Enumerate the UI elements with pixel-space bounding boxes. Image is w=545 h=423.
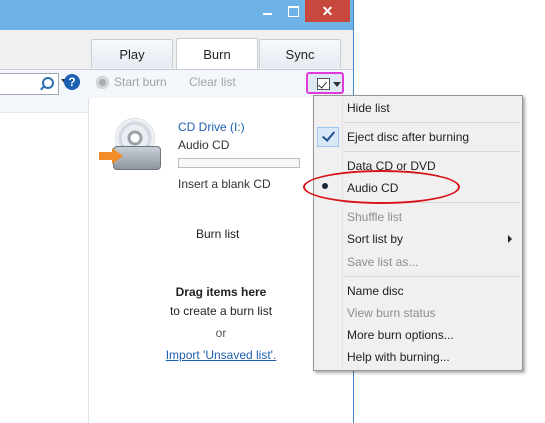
arrow-right-icon [99, 148, 123, 164]
audio-cd-callout-ellipse [303, 170, 460, 204]
insert-disc-hint: Insert a blank CD [178, 177, 271, 191]
wmp-window: ✕ Play Burn Sync ? Start burn Clear list [0, 0, 354, 423]
menu-item-eject-disc[interactable]: Eject disc after burning [314, 126, 522, 148]
menu-item-label: Eject disc after burning [347, 130, 470, 144]
menu-item-sort-list-by[interactable]: Sort list by [314, 228, 522, 250]
library-pane [0, 98, 89, 423]
maximize-icon [287, 5, 299, 17]
menu-item-label: Shuffle list [347, 210, 403, 224]
minimize-icon [262, 13, 272, 15]
chevron-right-icon [508, 235, 512, 243]
tab-play[interactable]: Play [91, 39, 173, 68]
tab-strip: Play Burn Sync [0, 30, 353, 69]
disc-type: Audio CD [178, 138, 230, 152]
menu-item-view-burn-status[interactable]: View burn status [314, 302, 522, 324]
checkmark-icon [317, 127, 339, 147]
menu-item-help-burning[interactable]: Help with burning... [314, 346, 522, 368]
help-icon[interactable]: ? [64, 74, 80, 90]
close-icon: ✕ [321, 2, 334, 19]
drive-name[interactable]: CD Drive (I:) [178, 120, 245, 134]
tab-sync[interactable]: Sync [259, 39, 341, 68]
library-header-row [0, 98, 88, 113]
menu-item-name-disc[interactable]: Name disc [314, 280, 522, 302]
minimize-button[interactable] [258, 0, 276, 22]
menu-item-hide-list[interactable]: Hide list [314, 97, 522, 119]
burn-options-icon [317, 78, 330, 90]
menu-item-shuffle-list[interactable]: Shuffle list [314, 206, 522, 228]
menu-item-label: Hide list [347, 101, 390, 115]
burn-options-menu: Hide list Eject disc after burning Data … [313, 95, 523, 371]
menu-separator [344, 276, 520, 277]
search-icon[interactable] [42, 77, 54, 89]
search-input[interactable] [0, 73, 59, 95]
close-button[interactable]: ✕ [305, 0, 350, 22]
tab-burn[interactable]: Burn [176, 38, 258, 69]
burn-list-title: Burn list [196, 227, 240, 241]
menu-item-label: Help with burning... [347, 350, 450, 364]
menu-item-save-list-as[interactable]: Save list as... [314, 251, 522, 273]
menu-separator [344, 151, 520, 152]
maximize-button[interactable] [281, 0, 305, 22]
clear-list-button[interactable]: Clear list [189, 75, 236, 89]
start-burn-button[interactable]: Start burn [96, 75, 167, 89]
menu-item-label: Save list as... [347, 255, 419, 269]
menu-item-label: Sort list by [347, 232, 404, 246]
capacity-bar [178, 158, 300, 168]
start-burn-label: Start burn [114, 75, 167, 89]
burn-toolbar: ? Start burn Clear list [0, 69, 353, 98]
menu-item-more-burn-options[interactable]: More burn options... [314, 324, 522, 346]
chevron-down-icon [333, 82, 341, 87]
menu-item-label: View burn status [347, 306, 436, 320]
title-bar: ✕ [0, 0, 353, 30]
window-client: Play Burn Sync ? Start burn Clear list C… [0, 30, 353, 423]
cd-drive-icon [99, 118, 163, 176]
burn-disc-icon [96, 75, 109, 89]
menu-item-label: Name disc [347, 284, 404, 298]
burn-options-button[interactable] [306, 72, 344, 94]
menu-item-label: More burn options... [347, 328, 454, 342]
menu-separator [344, 122, 520, 123]
